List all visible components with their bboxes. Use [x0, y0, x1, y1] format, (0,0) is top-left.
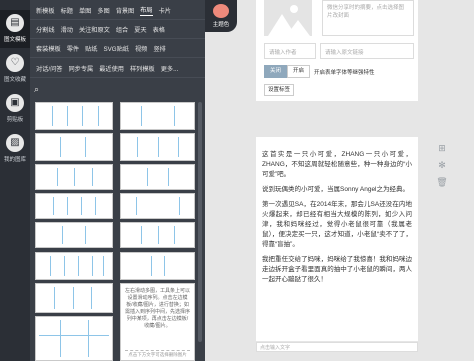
slide-tip-text: 左右滑动多图，工具条上可以设置滑动序列。点击左边模板/收藏/图片，进行替换；如需…: [125, 288, 191, 329]
grid-icon[interactable]: ⊞: [436, 142, 448, 154]
tab-follow[interactable]: 关注和原文: [79, 25, 110, 34]
tab-svg-sticker[interactable]: SVG贴纸: [104, 44, 129, 53]
tab-video[interactable]: 视频: [135, 44, 147, 53]
divider: [30, 77, 205, 78]
layout-template[interactable]: [35, 283, 113, 313]
settings-icon[interactable]: ✻: [436, 159, 448, 171]
tab-table[interactable]: 表格: [153, 25, 165, 34]
layout-icon: ▤: [6, 14, 24, 32]
layout-template[interactable]: [35, 316, 113, 361]
layout-template[interactable]: [120, 222, 195, 248]
layout-template[interactable]: [35, 252, 113, 280]
tab-divider[interactable]: 分割线: [36, 25, 55, 34]
tab-vertical[interactable]: 竖排: [153, 44, 165, 53]
article-editor[interactable]: 这首实是一只小可爱，ZHANG一只小可爱，ZHANG，不知这周就轻松随意些，种一…: [256, 137, 418, 341]
layout-template[interactable]: [35, 133, 113, 161]
clipboard-icon: ▣: [6, 94, 24, 112]
layout-template[interactable]: [120, 102, 195, 130]
tab-single-image[interactable]: 单图: [79, 6, 91, 15]
tab-title[interactable]: 标题: [61, 6, 73, 15]
layout-template[interactable]: [35, 193, 113, 219]
side-rail: ▤ 图文模板 ♡ 图文收藏 ▣ 剪贴板 ▨ 我的图库: [0, 0, 30, 361]
tab-sync[interactable]: 同步专属: [68, 64, 93, 73]
layout-template[interactable]: [35, 222, 113, 248]
author-input[interactable]: 请输入作者: [264, 43, 316, 59]
original-link-input[interactable]: 请输入原文链接: [320, 43, 414, 59]
article-paragraph: 说到玩偶类的小可爱，当属Sonny Angel之为经典。: [262, 186, 410, 193]
template-panel: 新模板 标题 单图 多图 背景图 布局 卡片 分割线 滑动 关注和原文 组合 夏…: [30, 0, 205, 361]
tab-sticker[interactable]: 贴纸: [85, 44, 97, 53]
theme-color-swatch: [213, 4, 229, 18]
tab-background[interactable]: 背景图: [116, 6, 135, 15]
panel-scrollbar[interactable]: [198, 102, 202, 342]
menu-row-1: 新模板 标题 单图 多图 背景图 布局 卡片: [30, 3, 205, 17]
collection-icon: ♡: [6, 54, 24, 72]
gallery-icon: ▨: [6, 134, 24, 152]
caption-input[interactable]: 点击输入文字: [256, 342, 418, 352]
tab-combo[interactable]: 组合: [116, 25, 128, 34]
tab-dialog[interactable]: 对话/问答: [36, 64, 62, 73]
toggle-off-button[interactable]: 关闭: [264, 65, 288, 78]
layout-template[interactable]: [120, 133, 195, 161]
toggle-note: 开启表单字体等继强特性: [314, 69, 375, 76]
tab-multi-image[interactable]: 多图: [97, 6, 109, 15]
tab-summer[interactable]: 夏天: [134, 25, 146, 34]
menu-row-3: 套装模板 零件 贴纸 SVG贴纸 视频 竖排: [30, 41, 205, 55]
toggle-on-button[interactable]: 开启: [287, 65, 311, 78]
slide-tip-footer: 点击下方文字可选择删除图片: [125, 350, 190, 358]
theme-color-label: 主题色: [212, 22, 230, 28]
rail-item-label: 图文收藏: [3, 77, 26, 83]
theme-color-button[interactable]: 主题色: [205, 0, 237, 32]
article-paragraph: 我把重任交给了妈咪，妈咪给了我惊喜！我和妈咪边走边拆开盒子看里面真的抽中了小老鼠…: [262, 256, 412, 283]
tab-recent[interactable]: 最近使用: [99, 64, 124, 73]
search-icon[interactable]: ⌕: [34, 84, 39, 95]
rail-item-label: 剪贴板: [6, 117, 24, 123]
tab-parts[interactable]: 零件: [67, 44, 79, 53]
divider: [30, 57, 205, 58]
menu-row-4: 对话/问答 同步专属 最近使用 样列模板 更多...: [30, 61, 205, 75]
editor-tools: ⊞ ✻ 🗑: [436, 142, 450, 193]
article-paragraph: 第一次遇见SA，在2014年末，那会儿SA还没在内地火爆起来，却已经有相当大规模…: [262, 201, 412, 248]
menu-row-2: 分割线 滑动 关注和原文 组合 夏天 表格: [30, 22, 205, 36]
rail-item-clipboard[interactable]: ▣ 剪贴板: [0, 90, 30, 128]
rail-item-label: 我的图库: [3, 157, 26, 163]
tab-layout[interactable]: 布局: [140, 5, 153, 16]
layout-template[interactable]: [120, 193, 195, 219]
template-grid: 左右滑动多图，工具条上可以设置滑动序列。点击左边模板/收藏/图片，进行替换；如需…: [35, 102, 205, 361]
article-body[interactable]: 这首实是一只小可爱，ZHANG一只小可爱，ZHANG，不知这周就轻松随意些，种一…: [262, 150, 412, 290]
tab-sample[interactable]: 样列模板: [130, 64, 155, 73]
set-tags-button[interactable]: 设置标签: [264, 84, 295, 96]
tab-more[interactable]: 更多...: [161, 64, 179, 73]
layout-template[interactable]: [35, 164, 113, 190]
rail-item-templates[interactable]: ▤ 图文模板: [0, 10, 30, 48]
layout-template[interactable]: [120, 164, 195, 190]
cover-image-placeholder[interactable]: [264, 0, 312, 36]
layout-template[interactable]: [35, 102, 113, 130]
feature-toggle: 关闭 开启 开启表单字体等继强特性: [264, 65, 375, 78]
delete-icon[interactable]: 🗑: [436, 176, 448, 188]
layout-template[interactable]: [120, 252, 195, 280]
divider: [30, 38, 205, 39]
article-paragraph: 这首实是一只小可爱，ZHANG一只小可爱，ZHANG，不知这周就轻松随意些，种一…: [262, 151, 412, 178]
tab-new-template[interactable]: 新模板: [36, 6, 55, 15]
rail-item-gallery[interactable]: ▨ 我的图库: [0, 130, 30, 168]
tab-card[interactable]: 卡片: [159, 6, 171, 15]
divider: [30, 19, 205, 20]
tab-suite[interactable]: 套装模板: [36, 44, 61, 53]
tab-slide[interactable]: 滑动: [61, 25, 73, 34]
rail-item-collection[interactable]: ♡ 图文收藏: [0, 50, 30, 88]
rail-item-label: 图文模板: [3, 37, 26, 43]
article-settings-card: 微信分享时的摘要，点击选择图片改封面 请输入作者 请输入原文链接 关闭 开启 开…: [256, 0, 418, 101]
summary-input[interactable]: 微信分享时的摘要，点击选择图片改封面: [322, 0, 414, 36]
slide-template[interactable]: 左右滑动多图，工具条上可以设置滑动序列。点击左边模板/收藏/图片，进行替换；如需…: [120, 283, 195, 361]
image-placeholder-icon: [264, 0, 312, 36]
